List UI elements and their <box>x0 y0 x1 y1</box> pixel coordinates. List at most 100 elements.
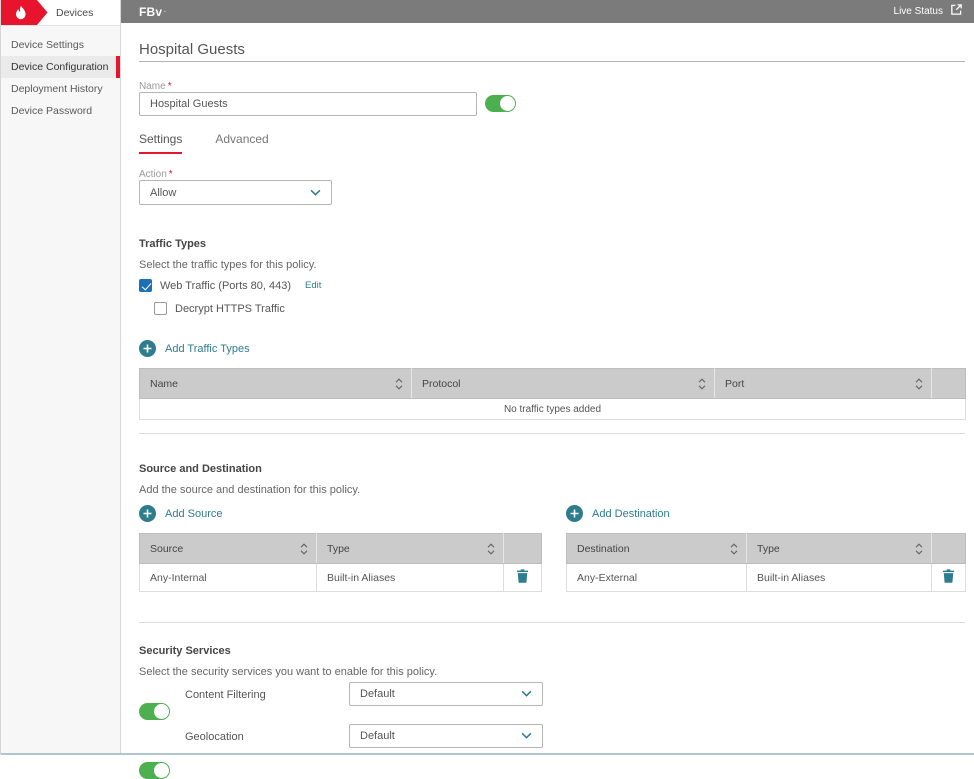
sidebar-brand-label: Devices <box>56 7 93 19</box>
security-services-heading: Security Services <box>139 645 231 657</box>
device-title-mark: · <box>163 6 166 17</box>
name-label-text: Name <box>139 81 166 92</box>
sort-icon[interactable] <box>300 543 308 555</box>
chevron-down-icon <box>521 730 532 742</box>
source-cell: Any-Internal <box>140 564 317 592</box>
chevron-down-icon <box>521 688 532 700</box>
add-traffic-types-label: Add Traffic Types <box>165 343 250 355</box>
source-destination-subtitle: Add the source and destination for this … <box>139 484 360 496</box>
traffic-types-empty-text: No traffic types added <box>140 399 966 420</box>
main-content: Hospital Guests Name* Settings Advanced … <box>121 23 974 755</box>
toggle-knob <box>500 96 515 111</box>
sidebar-item-device-configuration[interactable]: Device Configuration <box>1 56 120 78</box>
column-header-actions <box>932 534 966 564</box>
column-header-name[interactable]: Name <box>140 369 412 399</box>
web-traffic-checkbox[interactable] <box>139 279 152 292</box>
content-filtering-toggle[interactable] <box>139 703 170 720</box>
column-header-source[interactable]: Source <box>140 534 317 564</box>
column-header-destination[interactable]: Destination <box>567 534 747 564</box>
geolocation-dropdown[interactable]: Default <box>349 724 543 748</box>
sort-icon[interactable] <box>730 543 738 555</box>
column-header-port-label: Port <box>725 378 744 390</box>
web-traffic-label: Web Traffic (Ports 80, 443) <box>160 280 291 292</box>
source-actions-cell <box>504 564 542 592</box>
plus-icon <box>566 505 583 522</box>
watchguard-flame-logo-icon <box>1 0 48 30</box>
column-header-destination-label: Destination <box>577 543 630 555</box>
add-traffic-types-button[interactable]: Add Traffic Types <box>139 340 250 357</box>
traffic-types-heading: Traffic Types <box>139 238 206 250</box>
add-destination-label: Add Destination <box>592 508 670 520</box>
decrypt-https-checkbox[interactable] <box>154 302 167 315</box>
column-header-type[interactable]: Type <box>747 534 932 564</box>
sort-icon[interactable] <box>915 543 923 555</box>
column-header-type-label: Type <box>327 543 350 555</box>
geolocation-toggle[interactable] <box>139 762 170 779</box>
sort-icon[interactable] <box>487 543 495 555</box>
sidebar-nav: Device Settings Device Configuration Dep… <box>1 34 120 122</box>
action-field-label: Action* <box>139 169 173 180</box>
action-dropdown-value: Allow <box>150 187 176 199</box>
sidebar-header: Devices <box>1 0 120 26</box>
sidebar-item-device-settings[interactable]: Device Settings <box>1 34 120 56</box>
add-source-button[interactable]: Add Source <box>139 505 222 522</box>
source-destination-heading: Source and Destination <box>139 463 262 475</box>
sort-icon[interactable] <box>915 378 923 390</box>
destination-type-cell: Built-in Aliases <box>747 564 932 592</box>
delete-destination-trash-icon[interactable] <box>942 569 955 586</box>
delete-source-trash-icon[interactable] <box>516 569 529 586</box>
destination-cell: Any-External <box>567 564 747 592</box>
source-type-cell: Built-in Aliases <box>317 564 504 592</box>
tab-advanced[interactable]: Advanced <box>215 132 268 154</box>
section-divider <box>139 622 965 623</box>
content-filtering-dropdown[interactable]: Default <box>349 682 543 706</box>
section-divider <box>139 433 965 434</box>
live-status-link[interactable]: Live Status <box>894 3 963 21</box>
topbar: FBv · Live Status <box>121 0 974 23</box>
column-header-type[interactable]: Type <box>317 534 504 564</box>
tab-bar: Settings Advanced <box>139 132 269 154</box>
title-divider <box>139 61 965 62</box>
required-asterisk: * <box>168 81 172 92</box>
column-header-port[interactable]: Port <box>715 369 932 399</box>
add-destination-button[interactable]: Add Destination <box>566 505 670 522</box>
live-status-label: Live Status <box>894 6 943 17</box>
web-traffic-edit-link[interactable]: Edit <box>305 280 321 291</box>
sidebar-item-device-password[interactable]: Device Password <box>1 100 120 122</box>
decrypt-https-label: Decrypt HTTPS Traffic <box>175 303 285 315</box>
decrypt-https-row: Decrypt HTTPS Traffic <box>154 302 285 315</box>
content-filtering-label: Content Filtering <box>185 689 266 701</box>
source-table-row: Any-Internal Built-in Aliases <box>140 564 542 592</box>
policy-enabled-toggle[interactable] <box>485 95 516 112</box>
web-traffic-row: Web Traffic (Ports 80, 443) Edit <box>139 279 321 292</box>
add-source-label: Add Source <box>165 508 222 520</box>
action-dropdown[interactable]: Allow <box>139 180 332 205</box>
required-asterisk: * <box>169 169 173 180</box>
destination-table-row: Any-External Built-in Aliases <box>567 564 966 592</box>
plus-icon <box>139 505 156 522</box>
toggle-knob <box>154 763 169 778</box>
external-link-icon <box>950 3 963 21</box>
plus-icon <box>139 340 156 357</box>
column-header-name-label: Name <box>150 378 178 390</box>
destination-actions-cell <box>932 564 966 592</box>
traffic-types-subtitle: Select the traffic types for this policy… <box>139 259 317 271</box>
sidebar-item-deployment-history[interactable]: Deployment History <box>1 78 120 100</box>
geolocation-dropdown-value: Default <box>360 730 395 742</box>
column-header-actions <box>932 369 966 399</box>
destination-table-header-row: Destination Type <box>567 534 966 564</box>
name-field-label: Name* <box>139 81 172 92</box>
geolocation-label: Geolocation <box>185 731 244 743</box>
destination-table: Destination Type Any-External Built-in A… <box>566 533 966 592</box>
toggle-knob <box>154 704 169 719</box>
column-header-source-label: Source <box>150 543 183 555</box>
policy-name-input[interactable] <box>139 92 477 116</box>
sort-icon[interactable] <box>395 378 403 390</box>
column-header-actions <box>504 534 542 564</box>
column-header-protocol[interactable]: Protocol <box>412 369 715 399</box>
action-label-text: Action <box>139 169 167 180</box>
traffic-types-table: Name Protocol Port No traffic types adde… <box>139 368 966 420</box>
tab-settings[interactable]: Settings <box>139 132 182 154</box>
column-header-protocol-label: Protocol <box>422 378 461 390</box>
sort-icon[interactable] <box>698 378 706 390</box>
